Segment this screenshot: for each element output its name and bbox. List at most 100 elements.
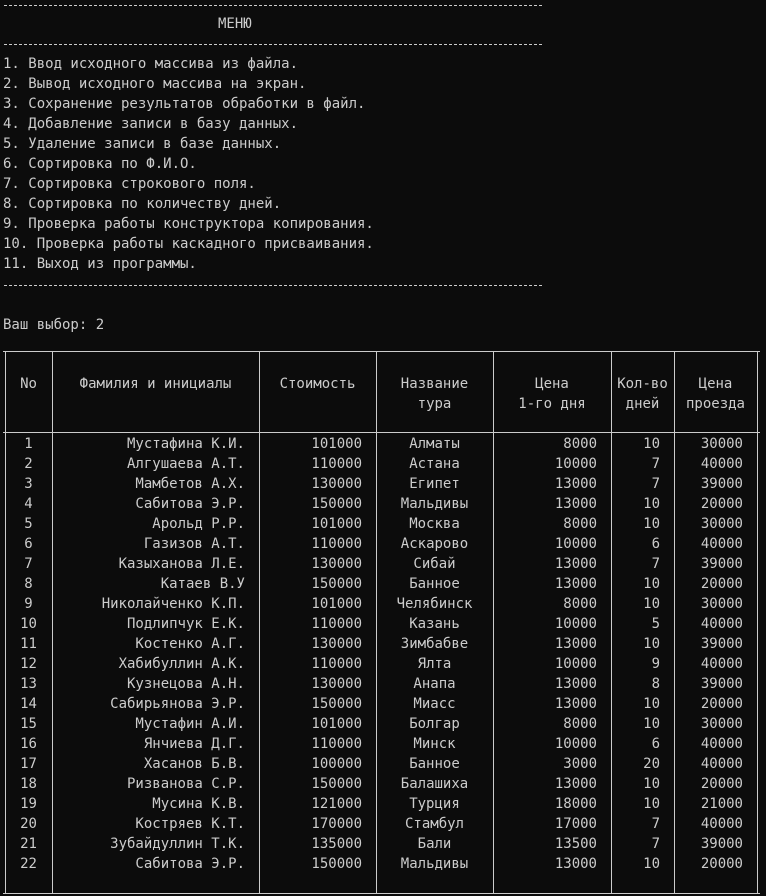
- table-cell: 6: [651, 736, 660, 752]
- table-cell: Алматы: [409, 436, 460, 452]
- table-cell: 10000: [554, 456, 597, 472]
- table-cell: 39000: [700, 636, 743, 652]
- table-cell: Зимбабве: [400, 636, 469, 652]
- table-cell: Сибай: [413, 556, 456, 572]
- menu-item: 10. Проверка работы каскадного присваива…: [3, 236, 374, 252]
- table-cell: Янчиева Д.Г.: [143, 736, 245, 752]
- table-cell: 2: [24, 456, 33, 472]
- table-cell: Зубайдуллин Т.К.: [110, 836, 245, 852]
- table-cell: 10000: [554, 656, 597, 672]
- table-cell: 10: [20, 616, 37, 632]
- table-cell: 150000: [311, 496, 362, 512]
- table-cell: Мустафина К.И.: [126, 436, 245, 452]
- table-cell: 40000: [700, 536, 743, 552]
- table-cell: 8: [24, 576, 33, 592]
- table-cell: 150000: [311, 776, 362, 792]
- table-cell: Сабирьянова Э.Р.: [110, 696, 245, 712]
- table-cell: 39000: [700, 476, 743, 492]
- table-cell: 19: [20, 796, 37, 812]
- table-cell: Анапа: [413, 676, 456, 692]
- table-cell: 14: [20, 696, 37, 712]
- table-cell: 7: [651, 836, 660, 852]
- table-cell: Минск: [413, 736, 456, 752]
- table-top-border: [3, 351, 760, 352]
- table-cell: 13000: [554, 576, 597, 592]
- menu-top-divider: [4, 5, 542, 6]
- menu-item: 3. Сохранение результатов обработки в фа…: [3, 96, 366, 112]
- table-cell: 30000: [700, 716, 743, 732]
- table-cell: Мальдивы: [400, 856, 469, 872]
- table-cell: 40000: [700, 616, 743, 632]
- table-cell: 30000: [700, 516, 743, 532]
- console-window: МЕНЮ 1. Ввод исходного массива из файла.…: [0, 0, 766, 896]
- menu-item: 5. Удаление записи в базе данных.: [3, 136, 282, 152]
- table-cell: 13000: [554, 676, 597, 692]
- table-cell: 10: [643, 696, 660, 712]
- table-cell: 10: [643, 716, 660, 732]
- table-cell: 13000: [554, 636, 597, 652]
- table-cell: 8000: [563, 716, 597, 732]
- table-cell: 135000: [311, 836, 362, 852]
- table-cell: 110000: [311, 656, 362, 672]
- table-cell: 110000: [311, 616, 362, 632]
- table-cell: 30000: [700, 596, 743, 612]
- table-cell: 10000: [554, 616, 597, 632]
- table-cell: 40000: [700, 736, 743, 752]
- table-cell: 1: [24, 436, 33, 452]
- table-cell: Астана: [409, 456, 460, 472]
- table-cell: 10000: [554, 536, 597, 552]
- table-cell: Болгар: [409, 716, 460, 732]
- table-cell: Сабитова Э.Р.: [135, 856, 245, 872]
- menu-item: 9. Проверка работы конструктора копирова…: [3, 216, 374, 232]
- table-cell: 20000: [700, 496, 743, 512]
- table-header-cell: Цена: [698, 376, 733, 392]
- table-cell: Челябинск: [396, 596, 473, 612]
- table-cell: 110000: [311, 536, 362, 552]
- table-cell: Балашиха: [400, 776, 469, 792]
- table-cell: 40000: [700, 456, 743, 472]
- menu-item: 11. Выход из программы.: [3, 256, 197, 272]
- table-cell: 15: [20, 716, 37, 732]
- table-cell: Аскарово: [400, 536, 469, 552]
- table-cell: 13000: [554, 556, 597, 572]
- table-cell: 13000: [554, 476, 597, 492]
- table-cell: 40000: [700, 656, 743, 672]
- table-cell: 150000: [311, 696, 362, 712]
- table-cell: 10: [643, 596, 660, 612]
- table-cell: 8000: [563, 436, 597, 452]
- table-bottom-border: [3, 893, 760, 894]
- table-header-cell: тура: [417, 396, 452, 412]
- table-cell: Подлипчук Е.К.: [126, 616, 245, 632]
- table-header-cell: дней: [625, 396, 660, 412]
- table-cell: Москва: [409, 516, 460, 532]
- table-cell: 9: [651, 656, 660, 672]
- table-cell: 150000: [311, 856, 362, 872]
- table-cell: 13000: [554, 776, 597, 792]
- table-cell: 13: [20, 676, 37, 692]
- table-cell: 7: [24, 556, 33, 572]
- table-header-cell: Стоимость: [279, 376, 356, 392]
- table-cell: 121000: [311, 796, 362, 812]
- menu-item: 2. Вывод исходного массива на экран.: [3, 76, 307, 92]
- table-cell: 10: [643, 776, 660, 792]
- table-cell: Костенко А.Г.: [135, 636, 245, 652]
- table-header-cell: No: [20, 376, 37, 392]
- table-cell: Николайченко К.П.: [101, 596, 245, 612]
- table-cell: Хабибуллин А.К.: [118, 656, 245, 672]
- table-header-cell: Кол-во: [617, 376, 668, 392]
- table-cell: 21: [20, 836, 37, 852]
- table-cell: Турция: [409, 796, 460, 812]
- table-cell: Газизов А.Т.: [143, 536, 245, 552]
- menu-item: 7. Сортировка строкового поля.: [3, 176, 256, 192]
- table-cell: 13000: [554, 696, 597, 712]
- table-cell: 20000: [700, 776, 743, 792]
- table-cell: 10000: [554, 736, 597, 752]
- table-cell: Кузнецова А.Н.: [126, 676, 245, 692]
- table-cell: 8000: [563, 596, 597, 612]
- table-cell: 20: [643, 756, 660, 772]
- table-cell: 101000: [311, 516, 362, 532]
- table-cell: 3000: [563, 756, 597, 772]
- table-cell: 7: [651, 456, 660, 472]
- table-cell: 8: [651, 676, 660, 692]
- table-cell: 6: [651, 536, 660, 552]
